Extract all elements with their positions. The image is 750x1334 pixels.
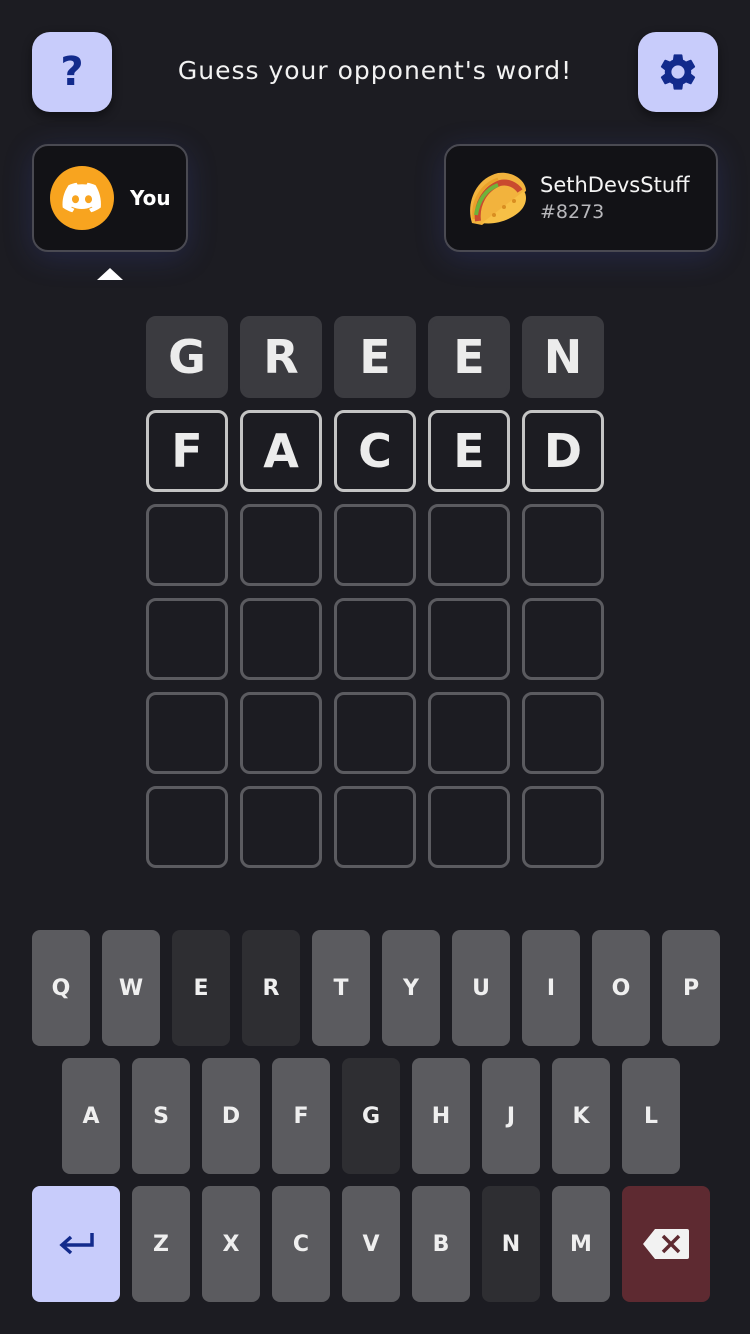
key-c[interactable]: C: [272, 1186, 330, 1302]
key-f[interactable]: F: [272, 1058, 330, 1174]
tile: N: [522, 316, 604, 398]
key-p[interactable]: P: [662, 930, 720, 1046]
avatar: [50, 166, 114, 230]
key-l[interactable]: L: [622, 1058, 680, 1174]
discord-logo-icon: [62, 182, 101, 213]
keyboard-row-2: A S D F G H J K L: [62, 1058, 680, 1174]
gear-icon: [660, 54, 696, 90]
player-card-opponent: SethDevsStuff #8273: [444, 144, 718, 252]
key-t[interactable]: T: [312, 930, 370, 1046]
key-u[interactable]: U: [452, 930, 510, 1046]
tile: [428, 786, 510, 868]
tile: [334, 598, 416, 680]
tile: C: [334, 410, 416, 492]
player-card-you: You: [32, 144, 188, 252]
tile: [146, 504, 228, 586]
tile: [146, 692, 228, 774]
enter-icon: [59, 1233, 94, 1255]
keyboard-row-1: Q W E R T Y U I O P: [32, 930, 720, 1046]
tile: [334, 786, 416, 868]
guess-grid: G R E E N F A C E D: [146, 316, 604, 868]
tile: [522, 786, 604, 868]
tile: D: [522, 410, 604, 492]
turn-indicator-icon: [97, 268, 123, 280]
key-a[interactable]: A: [62, 1058, 120, 1174]
help-button[interactable]: ?: [32, 32, 112, 112]
tile: F: [146, 410, 228, 492]
key-e[interactable]: E: [172, 930, 230, 1046]
question-mark-icon: ?: [60, 49, 84, 95]
tile: [146, 786, 228, 868]
key-x[interactable]: X: [202, 1186, 260, 1302]
player-name-you: You: [130, 186, 171, 210]
tile: [334, 504, 416, 586]
tile: [146, 598, 228, 680]
tile: [334, 692, 416, 774]
key-m[interactable]: M: [552, 1186, 610, 1302]
key-n[interactable]: N: [482, 1186, 540, 1302]
backspace-key[interactable]: [622, 1186, 710, 1302]
key-s[interactable]: S: [132, 1058, 190, 1174]
tile: E: [334, 316, 416, 398]
taco-avatar-icon: [470, 172, 526, 225]
key-o[interactable]: O: [592, 930, 650, 1046]
player-tag-opponent: #8273: [540, 201, 605, 223]
tile: [522, 504, 604, 586]
tile: G: [146, 316, 228, 398]
settings-button[interactable]: [638, 32, 718, 112]
key-r[interactable]: R: [242, 930, 300, 1046]
tile: [240, 786, 322, 868]
tile: [240, 692, 322, 774]
tile: [522, 692, 604, 774]
tile: [428, 692, 510, 774]
tile: E: [428, 410, 510, 492]
tile: E: [428, 316, 510, 398]
tile: [428, 598, 510, 680]
page-title: Guess your opponent's word!: [177, 56, 573, 85]
key-k[interactable]: K: [552, 1058, 610, 1174]
player-name-opponent: SethDevsStuff: [540, 173, 690, 197]
key-j[interactable]: J: [482, 1058, 540, 1174]
key-y[interactable]: Y: [382, 930, 440, 1046]
key-z[interactable]: Z: [132, 1186, 190, 1302]
tile: [522, 598, 604, 680]
tile: R: [240, 316, 322, 398]
key-q[interactable]: Q: [32, 930, 90, 1046]
tile: [240, 598, 322, 680]
key-w[interactable]: W: [102, 930, 160, 1046]
key-h[interactable]: H: [412, 1058, 470, 1174]
key-d[interactable]: D: [202, 1058, 260, 1174]
tile: [428, 504, 510, 586]
enter-key[interactable]: [32, 1186, 120, 1302]
keyboard-row-3: Z X C V B N M: [32, 1186, 710, 1302]
key-b[interactable]: B: [412, 1186, 470, 1302]
tile: A: [240, 410, 322, 492]
backspace-icon: [643, 1229, 689, 1259]
key-i[interactable]: I: [522, 930, 580, 1046]
tile: [240, 504, 322, 586]
key-g[interactable]: G: [342, 1058, 400, 1174]
key-v[interactable]: V: [342, 1186, 400, 1302]
